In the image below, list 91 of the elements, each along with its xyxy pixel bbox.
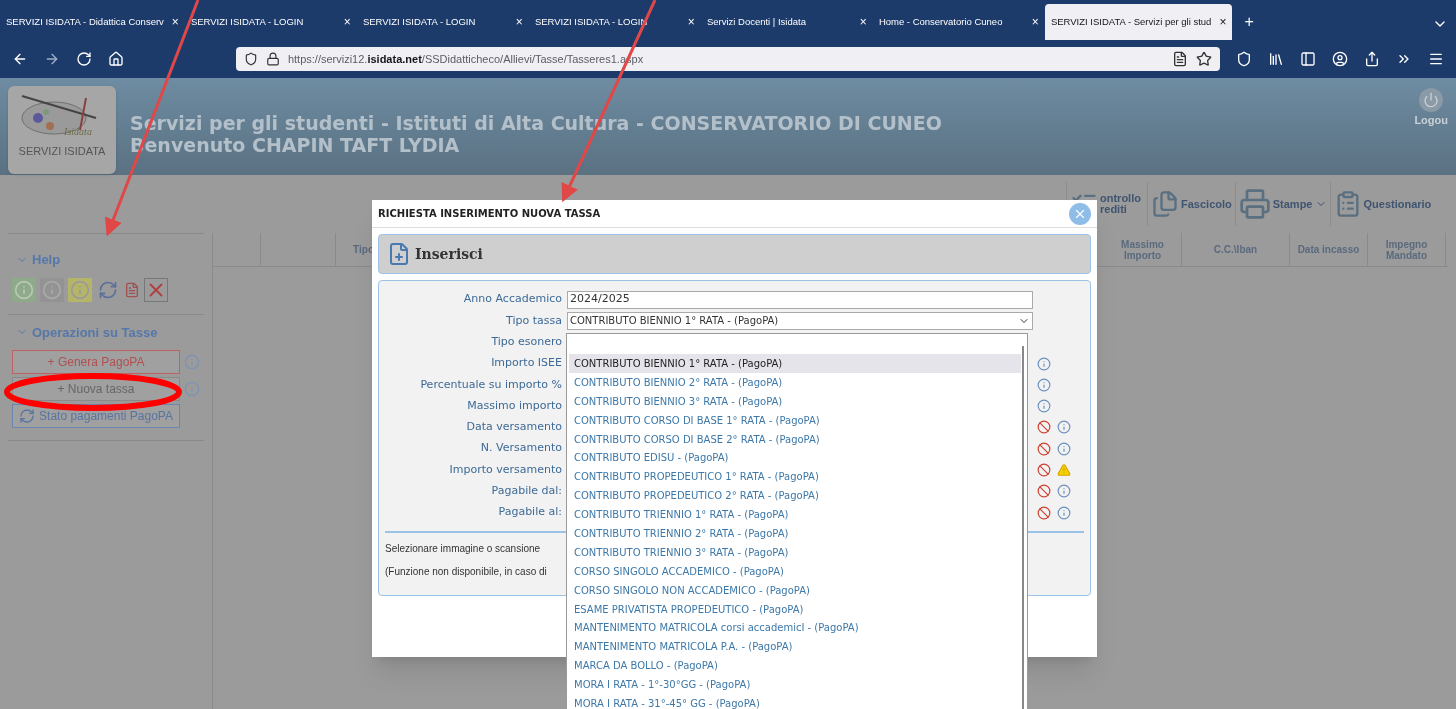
info-icon[interactable] (1037, 399, 1051, 414)
dropdown-option[interactable]: ESAME PRIVATISTA PROPEDEUTICO - (PagoPA) (569, 599, 1021, 619)
note-text: Selezionare immagine o scansione (385, 542, 541, 557)
sidebar-icon[interactable] (1300, 51, 1316, 67)
column-header: Data incasso (1290, 233, 1368, 266)
field-label: Importo versamento (448, 461, 562, 478)
toolbar-button[interactable]: Stampe (1234, 182, 1330, 226)
dropdown-option[interactable]: MORA I RATA - 1°-30°GG - (PagoPA) (569, 675, 1021, 695)
dropdown-option[interactable]: CORSO SINGOLO NON ACCADEMICO - (PagoPA) (569, 580, 1021, 600)
field-label: Tipo esonero (490, 334, 562, 350)
field-label: Massimo importo (466, 397, 562, 414)
close-icon[interactable]: × (1031, 13, 1039, 31)
forward-icon[interactable] (44, 51, 60, 67)
field-label: Anno Accademico (462, 291, 562, 308)
no-entry-icon[interactable] (1037, 420, 1051, 435)
reader-view-icon[interactable] (1172, 51, 1188, 67)
dropdown-option[interactable]: CONTRIBUTO BIENNIO 3° RATA - (PagoPA) (569, 391, 1021, 411)
browser-tab[interactable]: SERVIZI ISIDATA - Didattica Conserv × (0, 4, 185, 40)
field-label: Pagabile dal: (490, 483, 562, 500)
dropdown-option[interactable]: CONTRIBUTO PROPEDEUTICO 1° RATA - (PagoPA) (569, 467, 1021, 487)
lock-icon[interactable] (265, 52, 280, 66)
no-entry-icon[interactable] (1037, 484, 1051, 499)
close-icon[interactable]: × (859, 13, 867, 31)
share-icon[interactable] (1364, 51, 1380, 67)
dropdown-option[interactable]: CONTRIBUTO PROPEDEUTICO 2° RATA - (PagoPA) (569, 486, 1021, 506)
close-icon[interactable]: × (515, 13, 523, 31)
cancel-payment-icon[interactable] (144, 277, 168, 302)
dropdown-option[interactable]: CONTRIBUTO EDISU - (PagoPA) (569, 448, 1021, 468)
reload-icon[interactable] (75, 51, 92, 67)
dropdown-option[interactable]: CONTRIBUTO BIENNIO 1° RATA - (PagoPA) (569, 354, 1021, 373)
info-icon[interactable] (1057, 505, 1071, 520)
info-icon[interactable] (1057, 441, 1071, 456)
library-icon[interactable] (1268, 51, 1284, 67)
logo-text: Isidata (64, 125, 92, 139)
dropdown-option[interactable]: MANTENIMENTO MATRICOLA P.A. - (PagoPA) (569, 637, 1021, 657)
shield-icon[interactable] (243, 52, 258, 66)
dropdown-option[interactable]: CONTRIBUTO CORSO DI BASE 1° RATA - (PagoPA) (569, 410, 1021, 430)
power-icon[interactable] (1419, 88, 1444, 112)
refresh-icon (19, 408, 36, 424)
info-icon[interactable] (1037, 377, 1051, 392)
select-field[interactable]: CONTRIBUTO BIENNIO 1° RATA - (PagoPA) (567, 311, 1033, 330)
dropdown-option[interactable]: MANTENIMENTO MATRICOLA corsi accademicI - (PagoPA) (569, 618, 1021, 638)
bookmark-star-icon[interactable] (1196, 51, 1212, 67)
toolbar-button[interactable]: Fascicolo (1147, 182, 1235, 226)
home-icon[interactable] (107, 51, 124, 67)
field-label: Importo ISEE (490, 355, 562, 372)
documents-icon (1151, 190, 1179, 218)
no-entry-icon[interactable] (1037, 463, 1051, 477)
text-field[interactable]: 2024/2025 (567, 290, 1033, 309)
browser-tab[interactable]: SERVIZI ISIDATA - LOGIN × (184, 4, 357, 40)
info-icon[interactable] (1037, 356, 1051, 371)
column-header: Massimo Importo (1104, 233, 1182, 266)
back-icon[interactable] (12, 51, 28, 67)
dropdown-option[interactable]: CONTRIBUTO TRIENNIO 3° RATA - (PagoPA) (569, 542, 1021, 562)
logo-caption: SERVIZI ISIDATA (18, 144, 106, 159)
account-icon[interactable] (1332, 51, 1348, 67)
toolbar-button[interactable]: Questionario (1329, 182, 1435, 226)
field-label: Tipo tassa (505, 312, 562, 329)
dropdown-option[interactable]: CONTRIBUTO BIENNIO 2° RATA - (PagoPA) (569, 372, 1021, 392)
field-label: N. Versamento (479, 440, 562, 457)
dropdown-option[interactable]: MORA I RATA - 31°-45° GG - (PagoPA) (569, 694, 1021, 709)
dropdown-option[interactable]: CONTRIBUTO CORSO DI BASE 2° RATA - (PagoPA) (569, 429, 1021, 449)
column-header: Impegno Mandato (1368, 233, 1446, 266)
info-icon[interactable] (1057, 420, 1071, 435)
add-document-icon (387, 242, 411, 266)
field-label: Percentuale su importo % (419, 376, 562, 393)
new-tab-button[interactable]: + (1232, 4, 1266, 40)
browser-tab[interactable]: SERVIZI ISIDATA - Servizi per gli stud × (1044, 4, 1233, 40)
no-entry-icon[interactable] (1037, 505, 1051, 520)
note-text: (Funzione non disponibile, in caso di (385, 565, 547, 580)
browser-tab[interactable]: SERVIZI ISIDATA - LOGIN × (356, 4, 529, 40)
dropdown-option[interactable]: CONTRIBUTO TRIENNIO 2° RATA - (PagoPA) (569, 524, 1021, 543)
close-icon[interactable]: × (343, 13, 351, 31)
printer-icon (1238, 188, 1271, 220)
dropdown-option[interactable]: CORSO SINGOLO ACCADEMICO - (PagoPA) (569, 561, 1021, 581)
close-icon[interactable]: × (1219, 13, 1227, 31)
browser-tab[interactable]: Servizi Docenti | Isidata × (700, 4, 873, 40)
close-icon[interactable]: × (687, 13, 695, 31)
browser-tab[interactable]: Home - Conservatorio Cuneo × (872, 4, 1045, 40)
no-entry-icon[interactable] (1037, 441, 1051, 456)
panel-header: Inserisci (378, 234, 1091, 274)
close-icon[interactable]: × (171, 13, 179, 31)
field-label: Pagabile al: (497, 504, 562, 521)
field-label: Data versamento (465, 419, 562, 436)
column-header: C.C.\Iban (1182, 233, 1290, 266)
dialog-title: RICHIESTA INSERIMENTO NUOVA TASSA (378, 207, 601, 221)
dropdown-option[interactable]: CONTRIBUTO TRIENNIO 1° RATA - (PagoPA) (569, 505, 1021, 524)
menu-icon[interactable] (1428, 51, 1444, 67)
info-icon[interactable] (1057, 484, 1071, 499)
dropdown-option[interactable]: MARCA DA BOLLO - (PagoPA) (569, 656, 1021, 676)
logout-link[interactable]: Logou (1414, 112, 1448, 129)
